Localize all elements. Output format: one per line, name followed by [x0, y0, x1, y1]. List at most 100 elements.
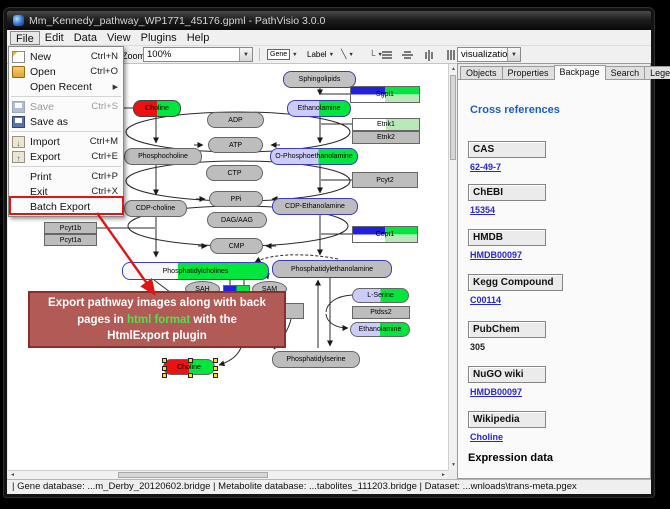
crossref-source-cas: CAS [468, 141, 546, 158]
menu-separator [11, 131, 121, 132]
pathway-node-adp[interactable]: ADP [207, 112, 264, 128]
canvas-vertical-scrollbar[interactable]: ▲ ▼ [448, 64, 457, 470]
menu-item-import[interactable]: ImportCtrl+M [9, 134, 123, 149]
scroll-up-icon[interactable]: ▲ [451, 65, 456, 73]
file-menu-popup: NewCtrl+NOpenCtrl+OOpen Recent▶ SaveCtrl+… [8, 46, 124, 217]
scroll-down-icon[interactable]: ▼ [451, 461, 456, 469]
pathway-node-cept1[interactable]: Cept1 [352, 226, 418, 243]
selection-handle[interactable] [188, 358, 193, 363]
vertical-scroll-thumb[interactable] [450, 75, 456, 160]
pathway-node-l-serine[interactable]: L-Serine [352, 288, 409, 303]
node-label: Ptdss2 [370, 309, 391, 316]
align-center-button[interactable] [399, 48, 415, 62]
pathway-node-phosphatidylethanolamine[interactable]: Phosphatidylethanolamine [272, 260, 392, 278]
horizontal-scroll-thumb[interactable] [118, 472, 268, 478]
pathway-node-sgpl1[interactable]: Sgpl1 [350, 86, 420, 103]
chevron-down-icon[interactable]: ▼ [292, 52, 297, 58]
crossref-value-hmdb[interactable]: HMDB00097 [470, 250, 522, 260]
menubar-item-view[interactable]: View [102, 31, 136, 45]
gene-tool-button[interactable]: Gene ▼ [265, 47, 300, 62]
pathway-node-choline[interactable]: Choline [133, 100, 181, 117]
selection-handle[interactable] [213, 366, 218, 371]
crossref-value-nugo-wiki[interactable]: HMDB00097 [470, 387, 522, 397]
open-folder-icon [12, 66, 25, 78]
selection-handle[interactable] [162, 366, 167, 371]
menubar-item-edit[interactable]: Edit [40, 31, 69, 45]
canvas-horizontal-scrollbar[interactable]: ◄ ► [8, 470, 448, 479]
pathway-node-etnk2[interactable]: Etnk2 [352, 131, 420, 144]
crossref-value-wikipedia[interactable]: Choline [470, 432, 503, 442]
crossref-value-kegg-compound[interactable]: C00114 [470, 295, 501, 305]
menubar-item-plugins[interactable]: Plugins [136, 31, 182, 45]
menu-item-print[interactable]: PrintCtrl+P [9, 169, 123, 184]
menu-item-save[interactable]: SaveCtrl+S [9, 99, 123, 114]
callout-line2-pre: pages in [77, 314, 127, 326]
scroll-right-icon[interactable]: ► [441, 471, 446, 479]
crossref-value-cas[interactable]: 62-49-7 [470, 162, 501, 172]
selection-handle[interactable] [162, 358, 167, 363]
selection-handle[interactable] [162, 373, 167, 378]
pathway-node-phosphatidylserine[interactable]: Phosphatidylserine [272, 351, 360, 368]
tab-legend[interactable]: Legend [644, 66, 670, 79]
menu-item-open-recent[interactable]: Open Recent▶ [9, 79, 123, 94]
tab-properties[interactable]: Properties [502, 66, 555, 79]
distribute-vertical-button[interactable] [379, 48, 395, 62]
label-tool-button[interactable]: Label ▼ [305, 47, 336, 62]
zoom-combobox[interactable]: 100% ▼ [143, 47, 253, 62]
chevron-down-icon[interactable]: ▼ [329, 52, 334, 58]
menubar-item-help[interactable]: Help [182, 31, 215, 45]
node-label: Phosphocholine [138, 153, 188, 160]
gene-tool-icon: Gene [267, 49, 290, 60]
pathway-node-ethanolamine[interactable]: Ethanolamine [287, 100, 351, 117]
pathway-node-atp[interactable]: ATP [208, 137, 263, 153]
scroll-left-icon[interactable]: ◄ [10, 471, 15, 479]
pathway-node-cdp-ethanolamine[interactable]: CDP-Ethanolamine [272, 198, 358, 215]
menubar-item-data[interactable]: Data [69, 31, 102, 45]
zoom-dropdown-arrow-icon[interactable]: ▼ [239, 48, 252, 61]
expression-data-heading: Expression data [468, 452, 553, 464]
node-label: Etnk1 [377, 121, 395, 128]
label-tool-icon: Label [307, 50, 327, 59]
menu-item-spacer [12, 171, 25, 183]
node-label: Sgpl1 [376, 91, 394, 98]
pathway-node-phosphatidylcholines[interactable]: Phosphatidylcholines [122, 262, 269, 280]
tab-backpage[interactable]: Backpage [554, 65, 606, 80]
menu-item-save-as[interactable]: Save as [9, 114, 123, 129]
menu-item-new[interactable]: NewCtrl+N [9, 49, 123, 64]
pathway-node-ctp[interactable]: CTP [206, 165, 263, 181]
menu-item-open[interactable]: OpenCtrl+O [9, 64, 123, 79]
pathway-node-pcyt2[interactable]: Pcyt2 [352, 172, 418, 188]
batch-export-highlight [9, 196, 124, 215]
visualization-combobox[interactable]: visualization ▼ [457, 47, 521, 62]
pathway-node-ethanolamine[interactable]: Ethanolamine [350, 322, 410, 337]
pathway-node-ppi[interactable]: PPi [209, 191, 263, 207]
pathway-node-phosphocholine[interactable]: Phosphocholine [124, 148, 202, 165]
pathway-node-sphingolipids[interactable]: Sphingolipids [283, 71, 356, 88]
crossref-source-wikipedia: Wikipedia [468, 411, 546, 428]
menu-item-shortcut: Ctrl+N [91, 51, 118, 62]
pathway-node-o-phosphoethanolamine[interactable]: O-Phosphoethanolamine [270, 148, 358, 165]
line-tool-button[interactable]: ╲ ▼ [339, 47, 356, 62]
selection-handle[interactable] [213, 373, 218, 378]
pathway-node-cdp-choline[interactable]: CDP-choline [124, 200, 187, 217]
tab-search[interactable]: Search [605, 66, 646, 79]
align-middle-button[interactable] [421, 48, 437, 62]
callout-line2-post: with the [190, 314, 237, 326]
crossref-heading: Cross references [470, 104, 560, 116]
menubar-item-file[interactable]: File [10, 31, 40, 45]
tab-objects[interactable]: Objects [460, 66, 503, 79]
menu-item-export[interactable]: ExportCtrl+E [9, 149, 123, 164]
pathway-node-cmp[interactable]: CMP [210, 238, 263, 254]
pathway-node-dag-aag[interactable]: DAG/AAG [207, 212, 267, 228]
pathway-node-choline[interactable]: Choline [163, 359, 215, 375]
crossref-value-chebi[interactable]: 15354 [470, 205, 495, 215]
selection-handle[interactable] [213, 358, 218, 363]
pathway-node-pcyt1b[interactable]: Pcyt1b [44, 222, 97, 234]
pathway-node-etnk1[interactable]: Etnk1 [352, 118, 420, 131]
chevron-down-icon[interactable]: ▼ [348, 52, 353, 58]
selection-handle[interactable] [188, 373, 193, 378]
pathway-node-pcyt1a[interactable]: Pcyt1a [44, 234, 97, 246]
titlebar[interactable]: Mm_Kennedy_pathway_WP1771_45176.gpml - P… [7, 11, 651, 30]
visualization-dropdown-arrow-icon[interactable]: ▼ [507, 48, 520, 61]
pathway-node-ptdss2[interactable]: Ptdss2 [352, 306, 410, 319]
